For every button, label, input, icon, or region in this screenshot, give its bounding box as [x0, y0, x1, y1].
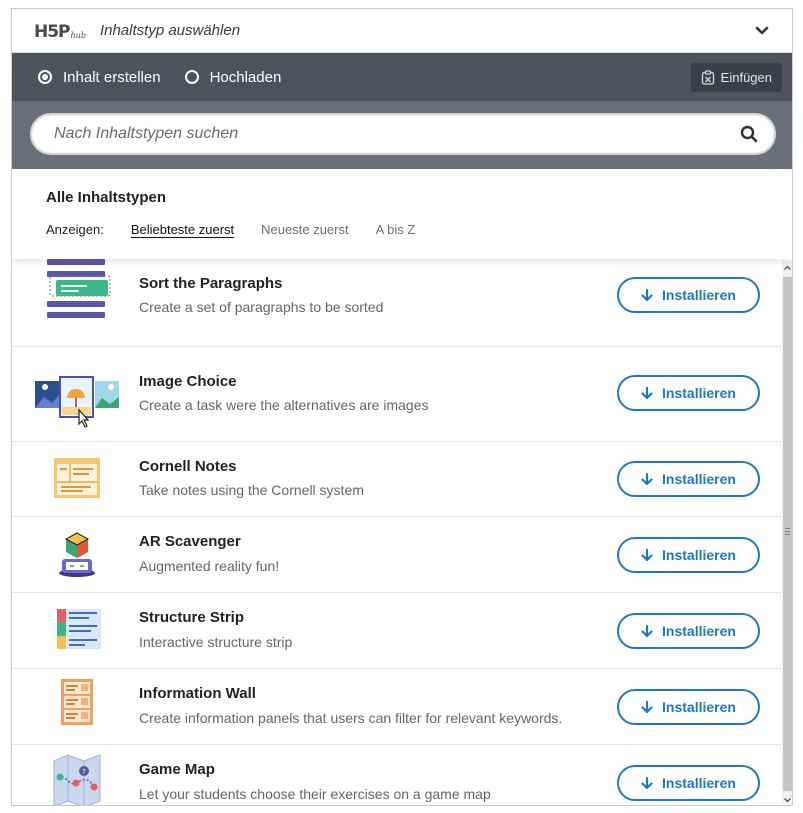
search-area	[12, 101, 792, 169]
search-box[interactable]	[30, 113, 776, 155]
install-button[interactable]: Installieren	[617, 537, 760, 573]
game-map-icon: ?	[53, 754, 101, 805]
list-item[interactable]: ? Game Map Let your students choose thei…	[12, 745, 782, 805]
logo-main-text: H5P	[34, 21, 71, 42]
chevron-down-small-icon	[784, 798, 791, 803]
tab-create-content[interactable]: Inhalt erstellen	[38, 69, 161, 86]
search-icon[interactable]	[740, 125, 758, 143]
hub-header[interactable]: H5P hub Inhaltstyp auswählen	[12, 9, 792, 53]
search-input[interactable]	[54, 125, 740, 143]
download-arrow-icon	[641, 548, 653, 561]
install-label: Installieren	[662, 775, 736, 791]
install-button[interactable]: Installieren	[617, 461, 760, 497]
tab-bar: Inhalt erstellen Hochladen Einfügen	[12, 53, 792, 101]
item-description: Create a task were the alternatives are …	[139, 397, 429, 413]
sort-paragraphs-icon	[47, 259, 111, 318]
results-title: Alle Inhaltstypen	[46, 189, 167, 206]
sort-most-popular[interactable]: Beliebteste zuerst	[131, 222, 234, 237]
svg-text:?: ?	[82, 768, 86, 776]
item-name: Cornell Notes	[139, 458, 237, 475]
ar-scavenger-icon	[59, 532, 95, 577]
chevron-up-icon	[784, 265, 791, 270]
chevron-down-icon[interactable]	[754, 23, 770, 39]
structure-strip-icon	[57, 609, 101, 649]
install-button[interactable]: Installieren	[617, 765, 760, 801]
results-header: Alle Inhaltstypen Anzeigen: Beliebteste …	[12, 169, 792, 259]
item-name: Image Choice	[139, 373, 237, 390]
image-choice-icon	[35, 376, 119, 428]
item-description: Take notes using the Cornell system	[139, 482, 364, 498]
cornell-notes-icon	[54, 458, 100, 498]
scroll-thumb[interactable]	[783, 277, 792, 791]
h5p-logo: H5P hub	[34, 20, 86, 42]
install-button[interactable]: Installieren	[617, 277, 760, 313]
tab-upload-label: Hochladen	[209, 68, 282, 86]
scrollbar[interactable]	[782, 261, 792, 805]
install-button[interactable]: Installieren	[617, 613, 760, 649]
list-item[interactable]: Sort the Paragraphs Create a set of para…	[12, 257, 782, 347]
download-arrow-icon	[641, 472, 653, 485]
paste-button[interactable]: Einfügen	[690, 63, 782, 92]
list-item[interactable]: Information Wall Create information pane…	[12, 669, 782, 745]
scroll-down-arrow[interactable]	[782, 793, 792, 805]
list-item[interactable]: Image Choice Create a task were the alte…	[12, 347, 782, 442]
item-name: Information Wall	[139, 685, 256, 702]
scroll-grip-line	[785, 531, 790, 532]
item-description: Interactive structure strip	[139, 634, 293, 650]
clipboard-icon	[701, 70, 714, 85]
sort-options: Anzeigen: Beliebteste zuerst Neueste zue…	[46, 222, 792, 237]
radio-selected-icon	[38, 70, 52, 84]
install-label: Installieren	[662, 699, 736, 715]
item-description: Let your students choose their exercises…	[139, 786, 491, 802]
logo-sub-text: hub	[70, 30, 86, 40]
sort-label: Anzeigen:	[46, 222, 104, 237]
item-description: Create information panels that users can…	[139, 710, 563, 726]
paste-label: Einfügen	[720, 70, 772, 85]
list-item[interactable]: Cornell Notes Take notes using the Corne…	[12, 442, 782, 517]
header-title: Inhaltstyp auswählen	[99, 22, 241, 39]
tab-create-label: Inhalt erstellen	[63, 68, 161, 86]
item-description: Create a set of paragraphs to be sorted	[139, 299, 384, 315]
information-wall-icon	[61, 679, 93, 725]
list-item[interactable]: AR Scavenger Augmented reality fun! Inst…	[12, 517, 782, 593]
item-name: Game Map	[139, 761, 215, 778]
install-label: Installieren	[662, 287, 736, 303]
item-name: Structure Strip	[139, 609, 245, 626]
item-name: Sort the Paragraphs	[139, 275, 283, 292]
install-label: Installieren	[662, 471, 736, 487]
tab-upload[interactable]: Hochladen	[184, 68, 282, 86]
install-label: Installieren	[662, 547, 736, 563]
sort-newest[interactable]: Neueste zuerst	[261, 222, 348, 237]
install-label: Installieren	[662, 623, 736, 639]
item-description: Augmented reality fun!	[139, 558, 280, 574]
scroll-grip-line	[785, 528, 790, 529]
install-button[interactable]: Installieren	[617, 689, 760, 725]
list-item[interactable]: Structure Strip Interactive structure st…	[12, 593, 782, 669]
download-arrow-icon	[641, 624, 653, 637]
radio-unselected-icon	[184, 70, 199, 84]
download-arrow-icon	[641, 700, 653, 713]
h5p-hub-panel: H5P hub Inhaltstyp auswählen Inhalt erst…	[11, 8, 793, 806]
sort-a-to-z[interactable]: A bis Z	[376, 222, 416, 237]
install-label: Installieren	[662, 385, 736, 401]
download-arrow-icon	[641, 776, 653, 789]
item-name: AR Scavenger	[139, 533, 241, 550]
scroll-up-arrow[interactable]	[782, 261, 792, 275]
scroll-grip-line	[785, 534, 790, 535]
download-arrow-icon	[641, 386, 653, 399]
install-button[interactable]: Installieren	[617, 375, 760, 411]
download-arrow-icon	[641, 288, 653, 301]
